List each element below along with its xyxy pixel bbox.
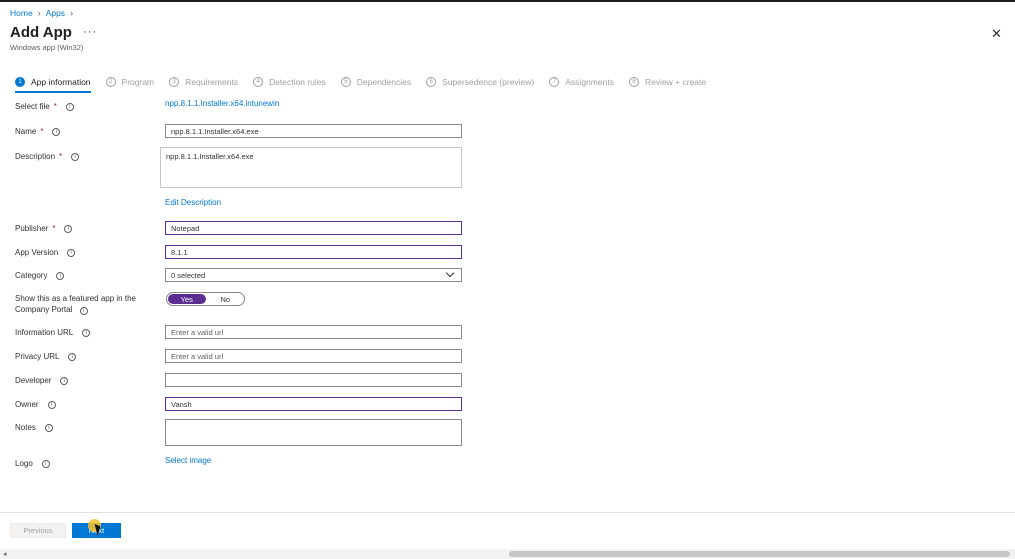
info-icon[interactable]: i [79, 306, 88, 315]
step-detection-rules[interactable]: 4 Detection rules [253, 75, 326, 89]
scroll-left-icon[interactable]: ◂ [3, 550, 7, 558]
info-icon[interactable]: i [82, 328, 91, 337]
information-url-label: Information URL i [15, 328, 91, 337]
edit-description-link[interactable]: Edit Description [165, 198, 221, 207]
step-label: Program [121, 77, 155, 87]
name-label: Name * i [15, 127, 61, 136]
info-icon[interactable]: i [60, 376, 69, 385]
step-dependencies[interactable]: 5 Dependencies [340, 75, 412, 89]
info-icon[interactable]: i [44, 423, 53, 432]
page-subtitle: Windows app (Win32) [10, 43, 84, 52]
developer-label: Developer i [15, 376, 69, 385]
breadcrumb: Home › Apps › [10, 8, 73, 18]
select-image-link[interactable]: Select image [165, 456, 211, 465]
footer-divider [0, 512, 1015, 513]
required-mark: * [53, 102, 57, 111]
info-icon[interactable]: i [41, 459, 50, 468]
info-icon[interactable]: i [67, 248, 76, 257]
step-label: Requirements [185, 77, 239, 87]
step-number: 6 [426, 77, 437, 87]
featured-yes-option[interactable]: Yes [168, 294, 206, 304]
info-icon[interactable]: i [68, 352, 77, 361]
owner-input[interactable]: Vansh [165, 397, 462, 411]
previous-button[interactable]: Previous [10, 523, 66, 538]
privacy-url-input[interactable]: Enter a valid url [165, 349, 462, 363]
step-number: 7 [549, 77, 560, 87]
breadcrumb-separator: › [70, 8, 74, 18]
step-number: 5 [340, 77, 351, 87]
step-label: Assignments [565, 77, 614, 87]
app-version-input[interactable]: 8.1.1 [165, 245, 462, 259]
name-input[interactable]: npp.8.1.1.Installer.x64.exe [165, 124, 462, 138]
step-label: App information [31, 77, 91, 87]
step-number: 1 [15, 77, 25, 87]
step-supersedence[interactable]: 6 Supersedence (preview) [426, 75, 534, 89]
notes-textarea[interactable] [165, 419, 462, 446]
breadcrumb-separator: › [37, 8, 41, 18]
category-dropdown[interactable]: 0 selected [165, 268, 462, 282]
step-app-information[interactable]: 1 App information [15, 75, 91, 93]
page-title: Add App [10, 24, 72, 41]
step-number: 3 [169, 77, 180, 87]
more-options-icon[interactable]: ··· [83, 26, 97, 38]
info-icon[interactable]: i [71, 152, 80, 161]
breadcrumb-home[interactable]: Home [10, 8, 33, 18]
close-icon[interactable]: ✕ [991, 26, 1002, 42]
info-icon[interactable]: i [47, 400, 56, 409]
owner-label: Owner i [15, 400, 56, 409]
step-review-create[interactable]: 8 Review + create [628, 75, 707, 89]
step-label: Supersedence (preview) [442, 77, 535, 87]
selected-file-link[interactable]: npp.8.1.1.Installer.x64.intunewin [165, 99, 279, 108]
featured-app-toggle: Yes No [166, 292, 245, 306]
step-requirements[interactable]: 3 Requirements [169, 75, 238, 89]
logo-label: Logo i [15, 459, 50, 468]
required-mark: * [40, 127, 44, 136]
notes-label: Notes i [15, 423, 53, 432]
required-mark: * [59, 152, 63, 161]
step-label: Dependencies [356, 77, 412, 87]
step-label: Detection rules [269, 77, 326, 87]
select-file-label: Select file * i [15, 102, 74, 111]
app-version-label: App Version i [15, 248, 76, 257]
category-label: Category i [15, 271, 65, 280]
step-number: 8 [628, 77, 639, 87]
wizard-steps: 1 App information 2 Program 3 Requiremen… [15, 74, 721, 93]
step-number: 2 [105, 77, 116, 87]
top-border [0, 0, 1015, 2]
horizontal-scrollbar[interactable]: ◂ [0, 549, 1015, 559]
step-number: 4 [253, 77, 264, 87]
chevron-down-icon [445, 268, 455, 278]
info-icon[interactable]: i [65, 102, 74, 111]
info-icon[interactable]: i [64, 224, 73, 233]
required-mark: * [52, 224, 56, 233]
description-textarea[interactable]: npp.8.1.1.Installer.x64.exe [160, 147, 462, 188]
step-program[interactable]: 2 Program [105, 75, 155, 89]
featured-app-label: Show this as a featured app in the Compa… [15, 294, 136, 315]
scrollbar-thumb[interactable] [509, 551, 1010, 557]
step-label: Review + create [644, 77, 707, 87]
privacy-url-label: Privacy URL i [15, 352, 77, 361]
information-url-input[interactable]: Enter a valid url [165, 325, 462, 339]
developer-input[interactable] [165, 373, 462, 387]
step-assignments[interactable]: 7 Assignments [549, 75, 614, 89]
breadcrumb-apps[interactable]: Apps [46, 8, 65, 18]
info-icon[interactable]: i [52, 127, 61, 136]
publisher-input[interactable]: Notepad [165, 221, 462, 235]
publisher-label: Publisher * i [15, 224, 73, 233]
category-value: 0 selected [171, 270, 206, 280]
info-icon[interactable]: i [56, 271, 65, 280]
description-label: Description * i [15, 152, 80, 161]
featured-no-option[interactable]: No [207, 293, 245, 305]
